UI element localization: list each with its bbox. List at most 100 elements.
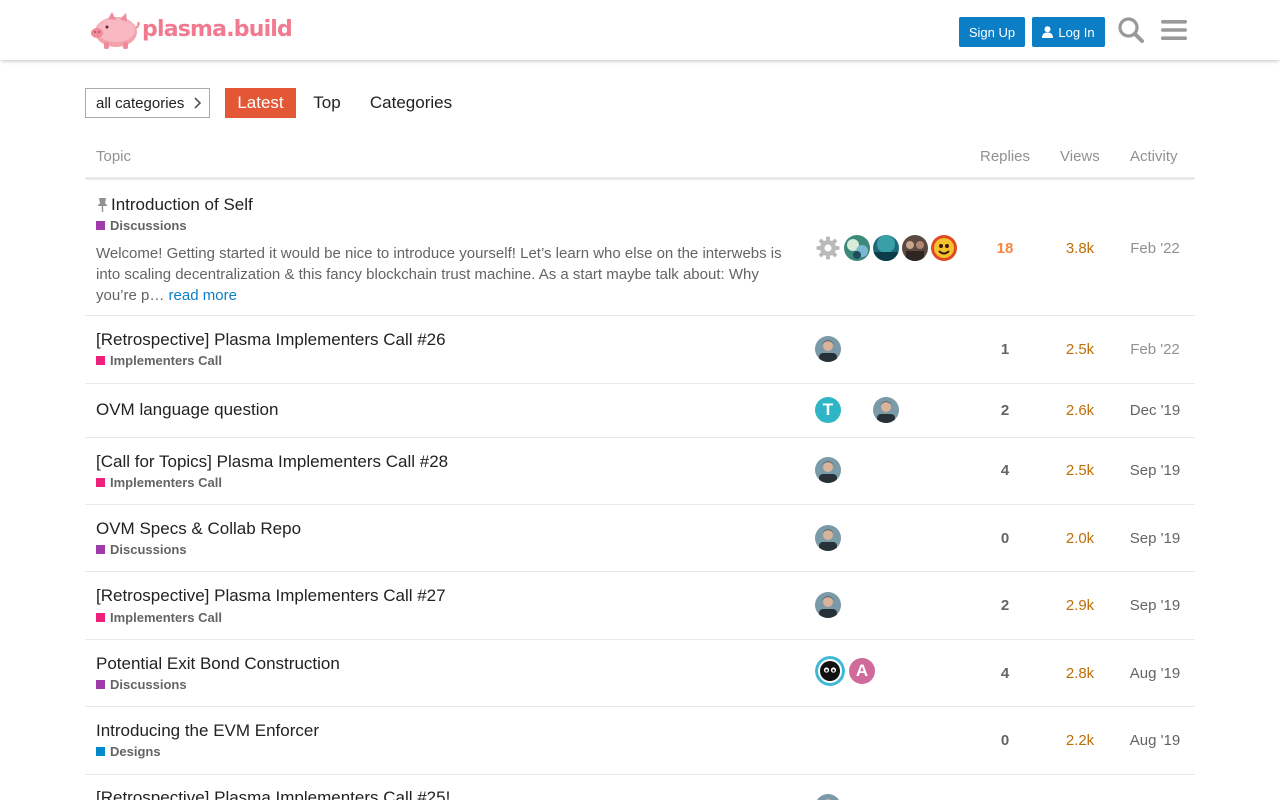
topic-title-line: [Call for Topics] Plasma Implementers Ca… (96, 452, 448, 472)
topic-navigation: all categories Latest Top Categories (85, 88, 1195, 118)
topic-title[interactable]: Introducing the EVM Enforcer (96, 721, 319, 741)
topic-category[interactable]: Designs (96, 744, 161, 759)
topic-replies[interactable]: 0 (965, 732, 1045, 749)
avatar[interactable] (815, 235, 841, 261)
search-icon[interactable] (1116, 15, 1146, 45)
topic-replies[interactable]: 4 (965, 665, 1045, 682)
topic-category[interactable]: Discussions (96, 677, 187, 692)
avatar[interactable] (873, 397, 899, 423)
category-color-badge (96, 747, 105, 756)
topic-posters (815, 235, 965, 261)
topic-category[interactable]: Discussions (96, 218, 187, 233)
topic-title-line: OVM language question (96, 400, 278, 420)
topic-activity[interactable]: Feb '22 (1115, 240, 1195, 257)
topic-replies[interactable]: 18 (965, 240, 1045, 257)
nav-pill-categories[interactable]: Categories (363, 88, 459, 118)
topic-title-line: [Retrospective] Plasma Implementers Call… (96, 788, 450, 800)
pig-logo-icon (91, 12, 140, 49)
avatar[interactable] (931, 235, 957, 261)
avatar[interactable] (815, 525, 841, 551)
column-header-replies[interactable]: Replies (980, 148, 1030, 165)
category-color-badge (96, 478, 105, 487)
category-name: Discussions (110, 677, 187, 692)
category-color-badge (96, 613, 105, 622)
hamburger-menu-icon[interactable] (1159, 15, 1189, 45)
topic-title[interactable]: Introduction of Self (111, 195, 253, 215)
read-more-link[interactable]: read more (169, 287, 237, 304)
avatar[interactable] (815, 656, 845, 686)
avatar[interactable] (844, 235, 870, 261)
log-in-label: Log In (1058, 24, 1095, 40)
topic-row: OVM language question T 2 2.6k Dec '19 (85, 384, 1195, 438)
category-name: Implementers Call (110, 475, 222, 490)
category-color-badge (96, 545, 105, 554)
topic-title[interactable]: [Call for Topics] Plasma Implementers Ca… (96, 452, 448, 472)
avatar[interactable]: T (815, 397, 841, 423)
topic-views: 2.9k (1065, 597, 1095, 614)
category-color-badge (96, 680, 105, 689)
topic-row: Introduction of Self Discussions Welcome… (85, 182, 1195, 316)
topic-title-line: OVM Specs & Collab Repo (96, 519, 301, 539)
sign-up-button[interactable]: Sign Up (959, 17, 1025, 47)
category-dropdown-label: all categories (96, 94, 185, 112)
avatar[interactable] (902, 235, 928, 261)
topic-category[interactable]: Implementers Call (96, 475, 222, 490)
topic-activity[interactable]: Aug '19 (1115, 665, 1195, 682)
pin-icon (97, 197, 108, 212)
topic-replies[interactable]: 1 (965, 341, 1045, 358)
column-header-topic: Topic (96, 148, 132, 165)
topic-row: Potential Exit Bond Construction Discuss… (85, 640, 1195, 707)
avatar[interactable] (815, 794, 841, 800)
topic-posters: A (815, 656, 965, 686)
nav-pill-latest[interactable]: Latest (225, 88, 296, 118)
log-in-button[interactable]: Log In (1032, 17, 1105, 47)
category-dropdown[interactable]: all categories (85, 88, 210, 118)
category-color-badge (96, 356, 105, 365)
topic-posters (815, 525, 965, 551)
avatar[interactable] (815, 336, 841, 362)
topic-list-header: Topic Replies Views Activity (85, 140, 1195, 180)
column-header-activity[interactable]: Activity (1130, 148, 1178, 165)
topic-title[interactable]: [Retrospective] Plasma Implementers Call… (96, 330, 446, 350)
topic-activity[interactable]: Aug '19 (1115, 732, 1195, 749)
topic-activity[interactable]: Feb '22 (1115, 341, 1195, 358)
topic-title[interactable]: OVM Specs & Collab Repo (96, 519, 301, 539)
avatar[interactable] (815, 457, 841, 483)
gear-icon (815, 235, 841, 261)
topic-replies[interactable]: 4 (965, 462, 1045, 479)
topic-title-line: Potential Exit Bond Construction (96, 654, 340, 674)
column-header-views[interactable]: Views (1060, 148, 1100, 165)
avatar[interactable] (815, 592, 841, 618)
topic-category[interactable]: Discussions (96, 542, 187, 557)
topic-views: 2.0k (1065, 530, 1095, 547)
topic-row: [Call for Topics] Plasma Implementers Ca… (85, 438, 1195, 505)
topic-activity[interactable]: Sep '19 (1115, 462, 1195, 479)
topic-posters (815, 794, 965, 800)
avatar[interactable]: A (849, 658, 875, 684)
topic-title[interactable]: Potential Exit Bond Construction (96, 654, 340, 674)
topic-replies[interactable]: 2 (965, 597, 1045, 614)
topic-title-line: Introduction of Self (96, 195, 253, 215)
topic-replies[interactable]: 0 (965, 530, 1045, 547)
site-logo[interactable]: plasma.build (88, 9, 293, 51)
topic-activity[interactable]: Sep '19 (1115, 597, 1195, 614)
avatar[interactable] (873, 235, 899, 261)
topic-views: 2.6k (1065, 402, 1095, 419)
user-icon (1042, 26, 1054, 38)
category-name: Discussions (110, 218, 187, 233)
topic-replies[interactable]: 2 (965, 402, 1045, 419)
topic-activity[interactable]: Sep '19 (1115, 530, 1195, 547)
topic-posters: T (815, 397, 965, 423)
topic-posters (815, 457, 965, 483)
topic-category[interactable]: Implementers Call (96, 353, 222, 368)
topic-title[interactable]: [Retrospective] Plasma Implementers Call… (96, 788, 450, 800)
topic-row: [Retrospective] Plasma Implementers Call… (85, 572, 1195, 640)
topic-activity[interactable]: Dec '19 (1115, 402, 1195, 419)
topic-category[interactable]: Implementers Call (96, 610, 222, 625)
nav-pill-top[interactable]: Top (306, 88, 348, 118)
topic-title-line: [Retrospective] Plasma Implementers Call… (96, 330, 446, 350)
topic-title[interactable]: [Retrospective] Plasma Implementers Call… (96, 586, 446, 606)
topic-title[interactable]: OVM language question (96, 400, 278, 420)
category-name: Implementers Call (110, 353, 222, 368)
topic-row: [Retrospective] Plasma Implementers Call… (85, 775, 1195, 800)
